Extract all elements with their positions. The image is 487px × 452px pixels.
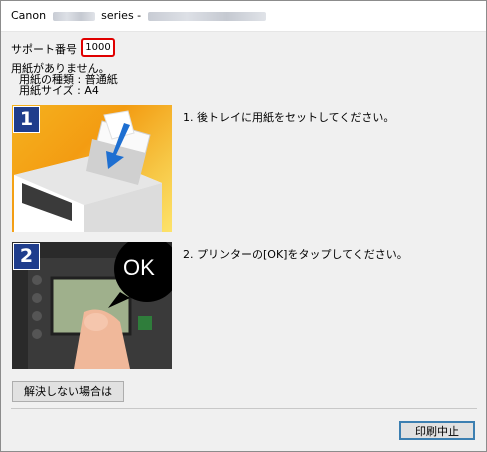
- redacted-model: [52, 11, 95, 21]
- troubleshoot-button[interactable]: 解決しない場合は: [12, 381, 124, 402]
- divider: [11, 408, 477, 409]
- step2-badge: 2: [13, 243, 40, 270]
- ok-callout-label: OK: [123, 255, 155, 280]
- paper-size-line: 用紙サイズ : A4: [19, 84, 99, 97]
- cancel-print-button[interactable]: 印刷中止: [399, 421, 475, 440]
- redacted-printer-name: [147, 11, 266, 21]
- step2-illustration: OK 2: [12, 242, 172, 369]
- step1-illustration: 1: [12, 105, 172, 232]
- error-dialog: Canon series - サポート番号 1000 用紙がありません。 用紙の…: [0, 0, 487, 452]
- title-brand: Canon: [11, 9, 47, 22]
- step1-badge: 1: [13, 106, 40, 133]
- title-series: series -: [101, 9, 142, 22]
- title-bar: Canon series -: [1, 1, 486, 32]
- step2-instruction: 2. プリンターの[OK]をタップしてください。: [183, 248, 408, 261]
- window-title: Canon series -: [11, 9, 269, 22]
- support-code-label: サポート番号: [11, 43, 77, 56]
- support-code-value: 1000: [81, 38, 115, 57]
- step1-instruction: 1. 後トレイに用紙をセットしてください。: [183, 111, 395, 124]
